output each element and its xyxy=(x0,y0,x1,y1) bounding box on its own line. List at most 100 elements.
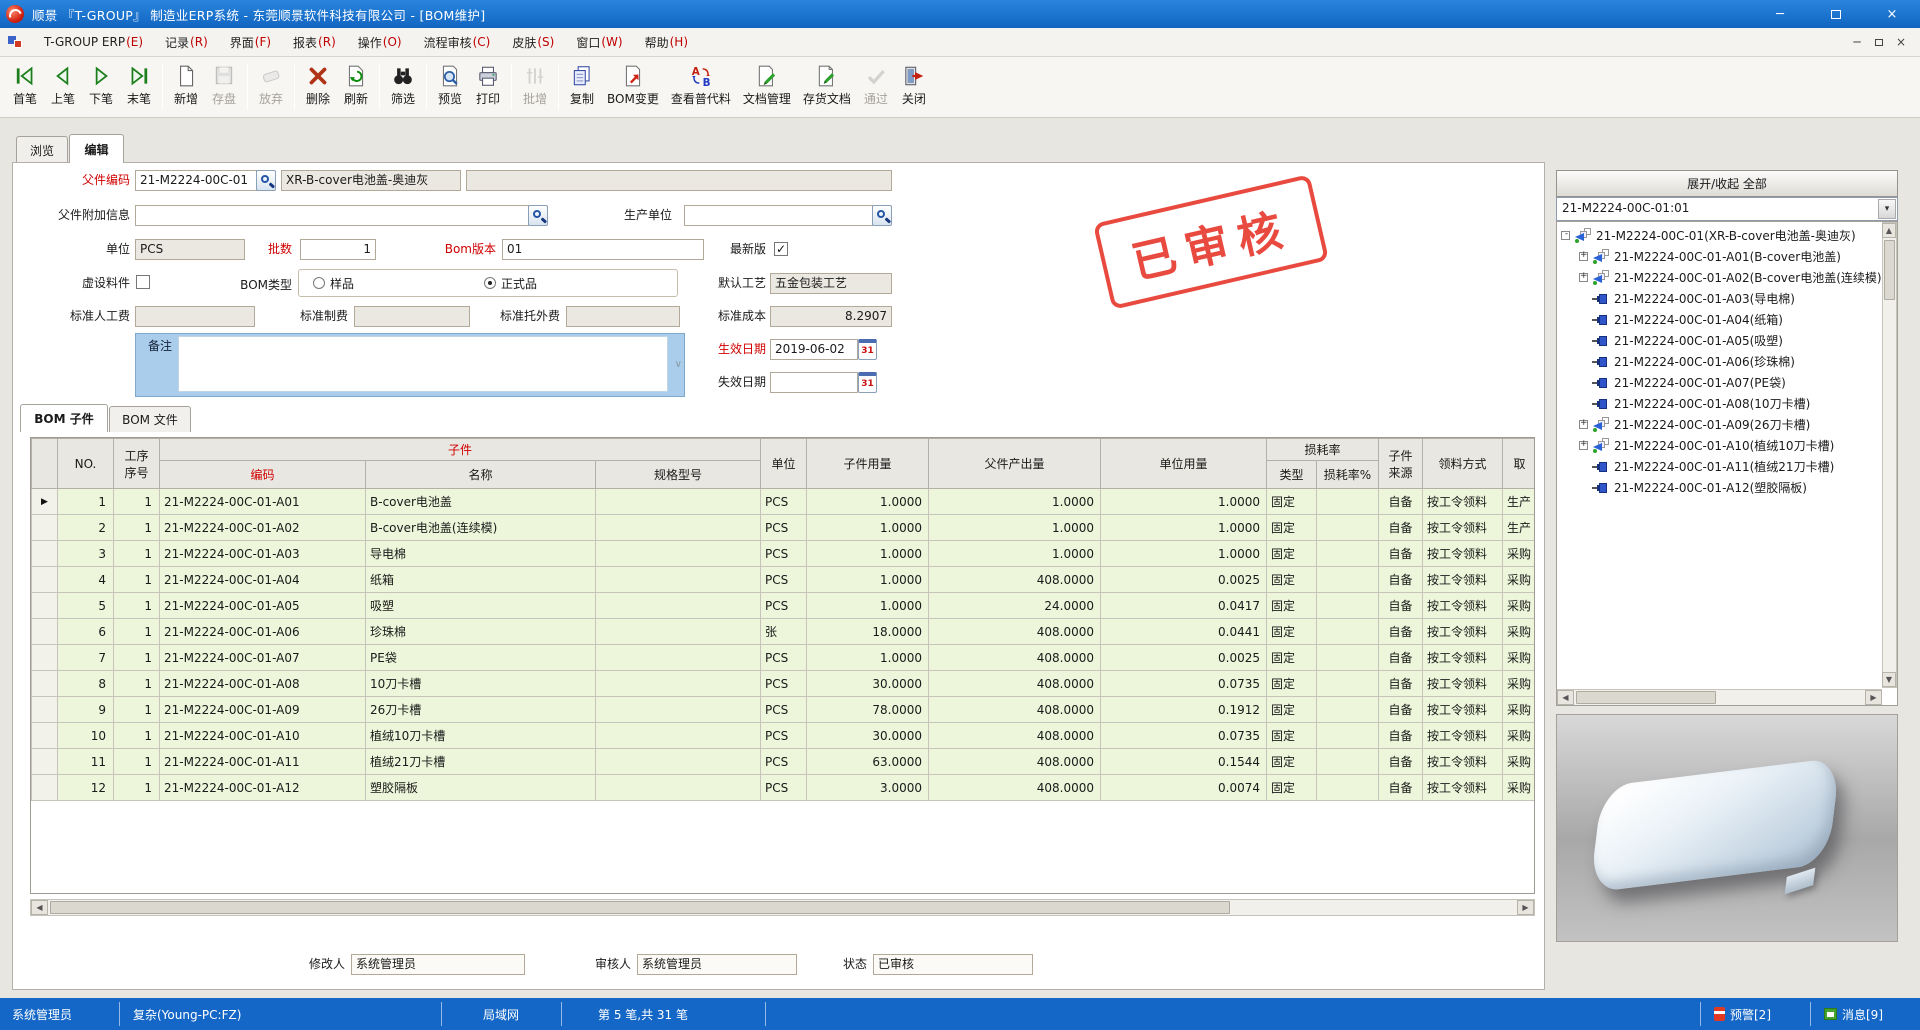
menu-help[interactable]: 帮助(H) xyxy=(634,28,699,57)
row-selector-cell[interactable] xyxy=(32,593,58,619)
batch-input[interactable]: 1 xyxy=(300,239,376,260)
cell-price[interactable]: 采购 xyxy=(1503,775,1535,801)
cell-price[interactable]: 采购 xyxy=(1503,541,1535,567)
parent-info-input[interactable] xyxy=(135,205,529,226)
table-row[interactable]: 6 1 21-M2224-00C-01-A06 珍珠棉 张 18.0000 40… xyxy=(32,619,1536,645)
cell-code[interactable]: 21-M2224-00C-01-A01 xyxy=(160,489,366,515)
cell-loss-rate[interactable] xyxy=(1317,489,1379,515)
cell-no[interactable]: 7 xyxy=(58,645,114,671)
filter-button[interactable]: 筛选 xyxy=(384,60,422,114)
mdi-minimize-button[interactable]: ─ xyxy=(1846,32,1868,52)
cell-source[interactable]: 自备 xyxy=(1379,593,1423,619)
cell-loss-type[interactable]: 固定 xyxy=(1267,541,1317,567)
tree-node[interactable]: 21-M2224-00C-01-A09(26刀卡槽) xyxy=(1557,414,1897,435)
header-unit-qty[interactable]: 单位用量 xyxy=(1101,439,1267,489)
cell-parent-output[interactable]: 1.0000 xyxy=(929,515,1101,541)
cell-price[interactable]: 采购 xyxy=(1503,749,1535,775)
cell-unit-qty[interactable]: 0.0025 xyxy=(1101,645,1267,671)
cell-code[interactable]: 21-M2224-00C-01-A07 xyxy=(160,645,366,671)
cell-qty[interactable]: 1.0000 xyxy=(807,567,929,593)
cell-loss-type[interactable]: 固定 xyxy=(1267,619,1317,645)
tree-node[interactable]: 21-M2224-00C-01-A03(导电棉) xyxy=(1557,288,1897,309)
tree-node[interactable]: 21-M2224-00C-01-A05(吸塑) xyxy=(1557,330,1897,351)
row-selector-cell[interactable] xyxy=(32,541,58,567)
cell-no[interactable]: 12 xyxy=(58,775,114,801)
cell-no[interactable]: 8 xyxy=(58,671,114,697)
row-selector-cell[interactable] xyxy=(32,671,58,697)
grid-hscrollbar[interactable]: ◀ ▶ xyxy=(30,899,1535,916)
cell-qty[interactable]: 30.0000 xyxy=(807,723,929,749)
cell-qty[interactable]: 1.0000 xyxy=(807,489,929,515)
cell-unit[interactable]: PCS xyxy=(761,489,807,515)
cell-qty[interactable]: 1.0000 xyxy=(807,541,929,567)
tree-node[interactable]: 21-M2224-00C-01-A02(B-cover电池盖(连续模) xyxy=(1557,267,1897,288)
tree-vscroll-thumb[interactable] xyxy=(1884,240,1895,300)
cell-spec[interactable] xyxy=(596,515,761,541)
tree-node[interactable]: 21-M2224-00C-01-A07(PE袋) xyxy=(1557,372,1897,393)
header-code[interactable]: 编码 xyxy=(160,461,366,489)
cell-unit-qty[interactable]: 0.0417 xyxy=(1101,593,1267,619)
tab-bom-children[interactable]: BOM 子件 xyxy=(20,404,108,432)
cell-unit[interactable]: PCS xyxy=(761,697,807,723)
cell-parent-output[interactable]: 408.0000 xyxy=(929,645,1101,671)
cell-no[interactable]: 11 xyxy=(58,749,114,775)
statusbar-messages[interactable]: 消息[9] xyxy=(1824,998,1883,1030)
cell-unit-qty[interactable]: 1.0000 xyxy=(1101,541,1267,567)
cell-unit[interactable]: PCS xyxy=(761,567,807,593)
cell-qty[interactable]: 18.0000 xyxy=(807,619,929,645)
cell-pick-method[interactable]: 按工令领料 xyxy=(1423,489,1503,515)
last-record-button[interactable]: 末笔 xyxy=(120,60,158,114)
bom-type-option-sample[interactable]: 样品 xyxy=(313,275,354,292)
cell-price[interactable]: 生产 xyxy=(1503,515,1535,541)
cell-loss-rate[interactable] xyxy=(1317,567,1379,593)
cell-parent-output[interactable]: 408.0000 xyxy=(929,567,1101,593)
tree-node[interactable]: 21-M2224-00C-01-A08(10刀卡槽) xyxy=(1557,393,1897,414)
cell-code[interactable]: 21-M2224-00C-01-A12 xyxy=(160,775,366,801)
cell-loss-rate[interactable] xyxy=(1317,619,1379,645)
tree-expand-collapse-button[interactable]: 展开/收起 全部 xyxy=(1556,170,1898,197)
cell-source[interactable]: 自备 xyxy=(1379,567,1423,593)
cell-loss-type[interactable]: 固定 xyxy=(1267,567,1317,593)
cell-qty[interactable]: 78.0000 xyxy=(807,697,929,723)
cell-parent-output[interactable]: 408.0000 xyxy=(929,749,1101,775)
cell-name[interactable]: 26刀卡槽 xyxy=(366,697,596,723)
maximize-button[interactable] xyxy=(1808,0,1864,28)
cell-source[interactable]: 自备 xyxy=(1379,749,1423,775)
statusbar-alerts[interactable]: 预警[2] xyxy=(1714,998,1771,1030)
tree-expander-icon[interactable] xyxy=(1579,252,1588,261)
cell-unit[interactable]: PCS xyxy=(761,593,807,619)
cell-source[interactable]: 自备 xyxy=(1379,541,1423,567)
menu-window[interactable]: 窗口(W) xyxy=(565,28,633,57)
header-spec[interactable]: 规格型号 xyxy=(596,461,761,489)
cell-spec[interactable] xyxy=(596,541,761,567)
copy-button[interactable]: 复制 xyxy=(563,60,601,114)
parent-code-input[interactable]: 21-M2224-00C-01 xyxy=(135,170,257,191)
cell-pick-method[interactable]: 按工令领料 xyxy=(1423,619,1503,645)
header-price[interactable]: 取 xyxy=(1503,439,1535,489)
cell-unit[interactable]: PCS xyxy=(761,671,807,697)
table-row[interactable]: 4 1 21-M2224-00C-01-A04 纸箱 PCS 1.0000 40… xyxy=(32,567,1536,593)
cell-qty[interactable]: 63.0000 xyxy=(807,749,929,775)
cell-qty[interactable]: 1.0000 xyxy=(807,593,929,619)
cell-code[interactable]: 21-M2224-00C-01-A06 xyxy=(160,619,366,645)
cell-price[interactable]: 生产 xyxy=(1503,489,1535,515)
header-unit[interactable]: 单位 xyxy=(761,439,807,489)
cell-qty[interactable]: 3.0000 xyxy=(807,775,929,801)
cell-loss-rate[interactable] xyxy=(1317,515,1379,541)
cell-loss-type[interactable]: 固定 xyxy=(1267,645,1317,671)
view-alt-material-button[interactable]: AB 查看普代料 xyxy=(665,60,737,114)
table-row[interactable]: 10 1 21-M2224-00C-01-A10 植绒10刀卡槽 PCS 30.… xyxy=(32,723,1536,749)
cell-parent-output[interactable]: 408.0000 xyxy=(929,697,1101,723)
cell-code[interactable]: 21-M2224-00C-01-A09 xyxy=(160,697,366,723)
expiry-date-calendar-icon[interactable]: 31 xyxy=(858,372,877,393)
table-row[interactable]: 11 1 21-M2224-00C-01-A11 植绒21刀卡槽 PCS 63.… xyxy=(32,749,1536,775)
cell-pick-method[interactable]: 按工令领料 xyxy=(1423,697,1503,723)
menu-workflow-audit[interactable]: 流程审核(C) xyxy=(413,28,502,57)
cell-spec[interactable] xyxy=(596,723,761,749)
tree-node[interactable]: 21-M2224-00C-01-A12(塑胶隔板) xyxy=(1557,477,1897,498)
cell-name[interactable]: 纸箱 xyxy=(366,567,596,593)
cell-seq[interactable]: 1 xyxy=(114,775,160,801)
cell-parent-output[interactable]: 408.0000 xyxy=(929,671,1101,697)
cell-loss-type[interactable]: 固定 xyxy=(1267,749,1317,775)
table-row[interactable]: 2 1 21-M2224-00C-01-A02 B-cover电池盖(连续模) … xyxy=(32,515,1536,541)
